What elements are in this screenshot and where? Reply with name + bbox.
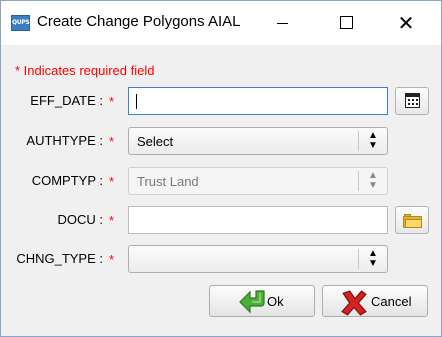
text-caret [136, 94, 137, 109]
app-icon: QUPS [11, 15, 30, 31]
cancel-button[interactable]: Cancel [322, 285, 428, 317]
authtype-select[interactable]: Select ▲ ▼ [128, 127, 388, 155]
required-star: * [109, 252, 115, 267]
app-icon-text: QUPS [12, 19, 30, 26]
comptyp-select: Trust Land ▲ ▼ [128, 167, 388, 195]
chng-type-select[interactable]: ▲ ▼ [128, 245, 388, 273]
title-bar: QUPS Create Change Polygons AIAL ✕ [1, 1, 441, 45]
window-title: Create Change Polygons AIAL [37, 13, 241, 30]
required-field-note: * Indicates required field [15, 63, 155, 78]
up-down-arrow-icon: ▲ ▼ [358, 249, 387, 269]
ok-button[interactable]: Ok [209, 285, 315, 317]
cancel-label: Cancel [371, 294, 412, 309]
eff-date-label: EFF_DATE : [30, 93, 103, 108]
green-arrow-icon [239, 290, 265, 314]
calendar-button[interactable] [395, 87, 429, 115]
browse-button[interactable] [395, 206, 429, 234]
maximize-button[interactable] [323, 1, 369, 45]
authtype-row: AUTHTYPE : * Select ▲ ▼ [1, 127, 441, 157]
red-x-icon [341, 290, 367, 316]
chng-type-label: CHNG_TYPE : [16, 251, 103, 266]
eff-date-row: EFF_DATE : * [1, 87, 441, 117]
up-down-arrow-icon: ▲ ▼ [358, 131, 387, 151]
chng-type-row: CHNG_TYPE : * ▲ ▼ [1, 245, 441, 275]
required-star: * [109, 134, 115, 149]
comptyp-label: COMPTYP : [31, 173, 103, 188]
authtype-label: AUTHTYPE : [26, 133, 103, 148]
docu-label: DOCU : [57, 212, 104, 227]
comptyp-value: Trust Land [137, 174, 199, 189]
authtype-value: Select [137, 134, 174, 149]
calendar-icon [405, 93, 420, 108]
comptyp-row: COMPTYP : * Trust Land ▲ ▼ [1, 167, 441, 197]
required-star: * [109, 94, 115, 109]
ok-label: Ok [267, 294, 284, 309]
docu-input[interactable] [128, 206, 388, 234]
required-star: * [109, 174, 115, 189]
close-button[interactable]: ✕ [383, 1, 429, 45]
docu-row: DOCU : * [1, 206, 441, 236]
eff-date-input[interactable] [128, 87, 388, 115]
dialog-window: QUPS Create Change Polygons AIAL ✕ * Ind… [0, 0, 442, 337]
required-star: * [109, 213, 115, 228]
minimize-button[interactable] [259, 1, 305, 45]
up-down-arrow-icon: ▲ ▼ [358, 171, 387, 191]
folder-icon [403, 214, 422, 228]
